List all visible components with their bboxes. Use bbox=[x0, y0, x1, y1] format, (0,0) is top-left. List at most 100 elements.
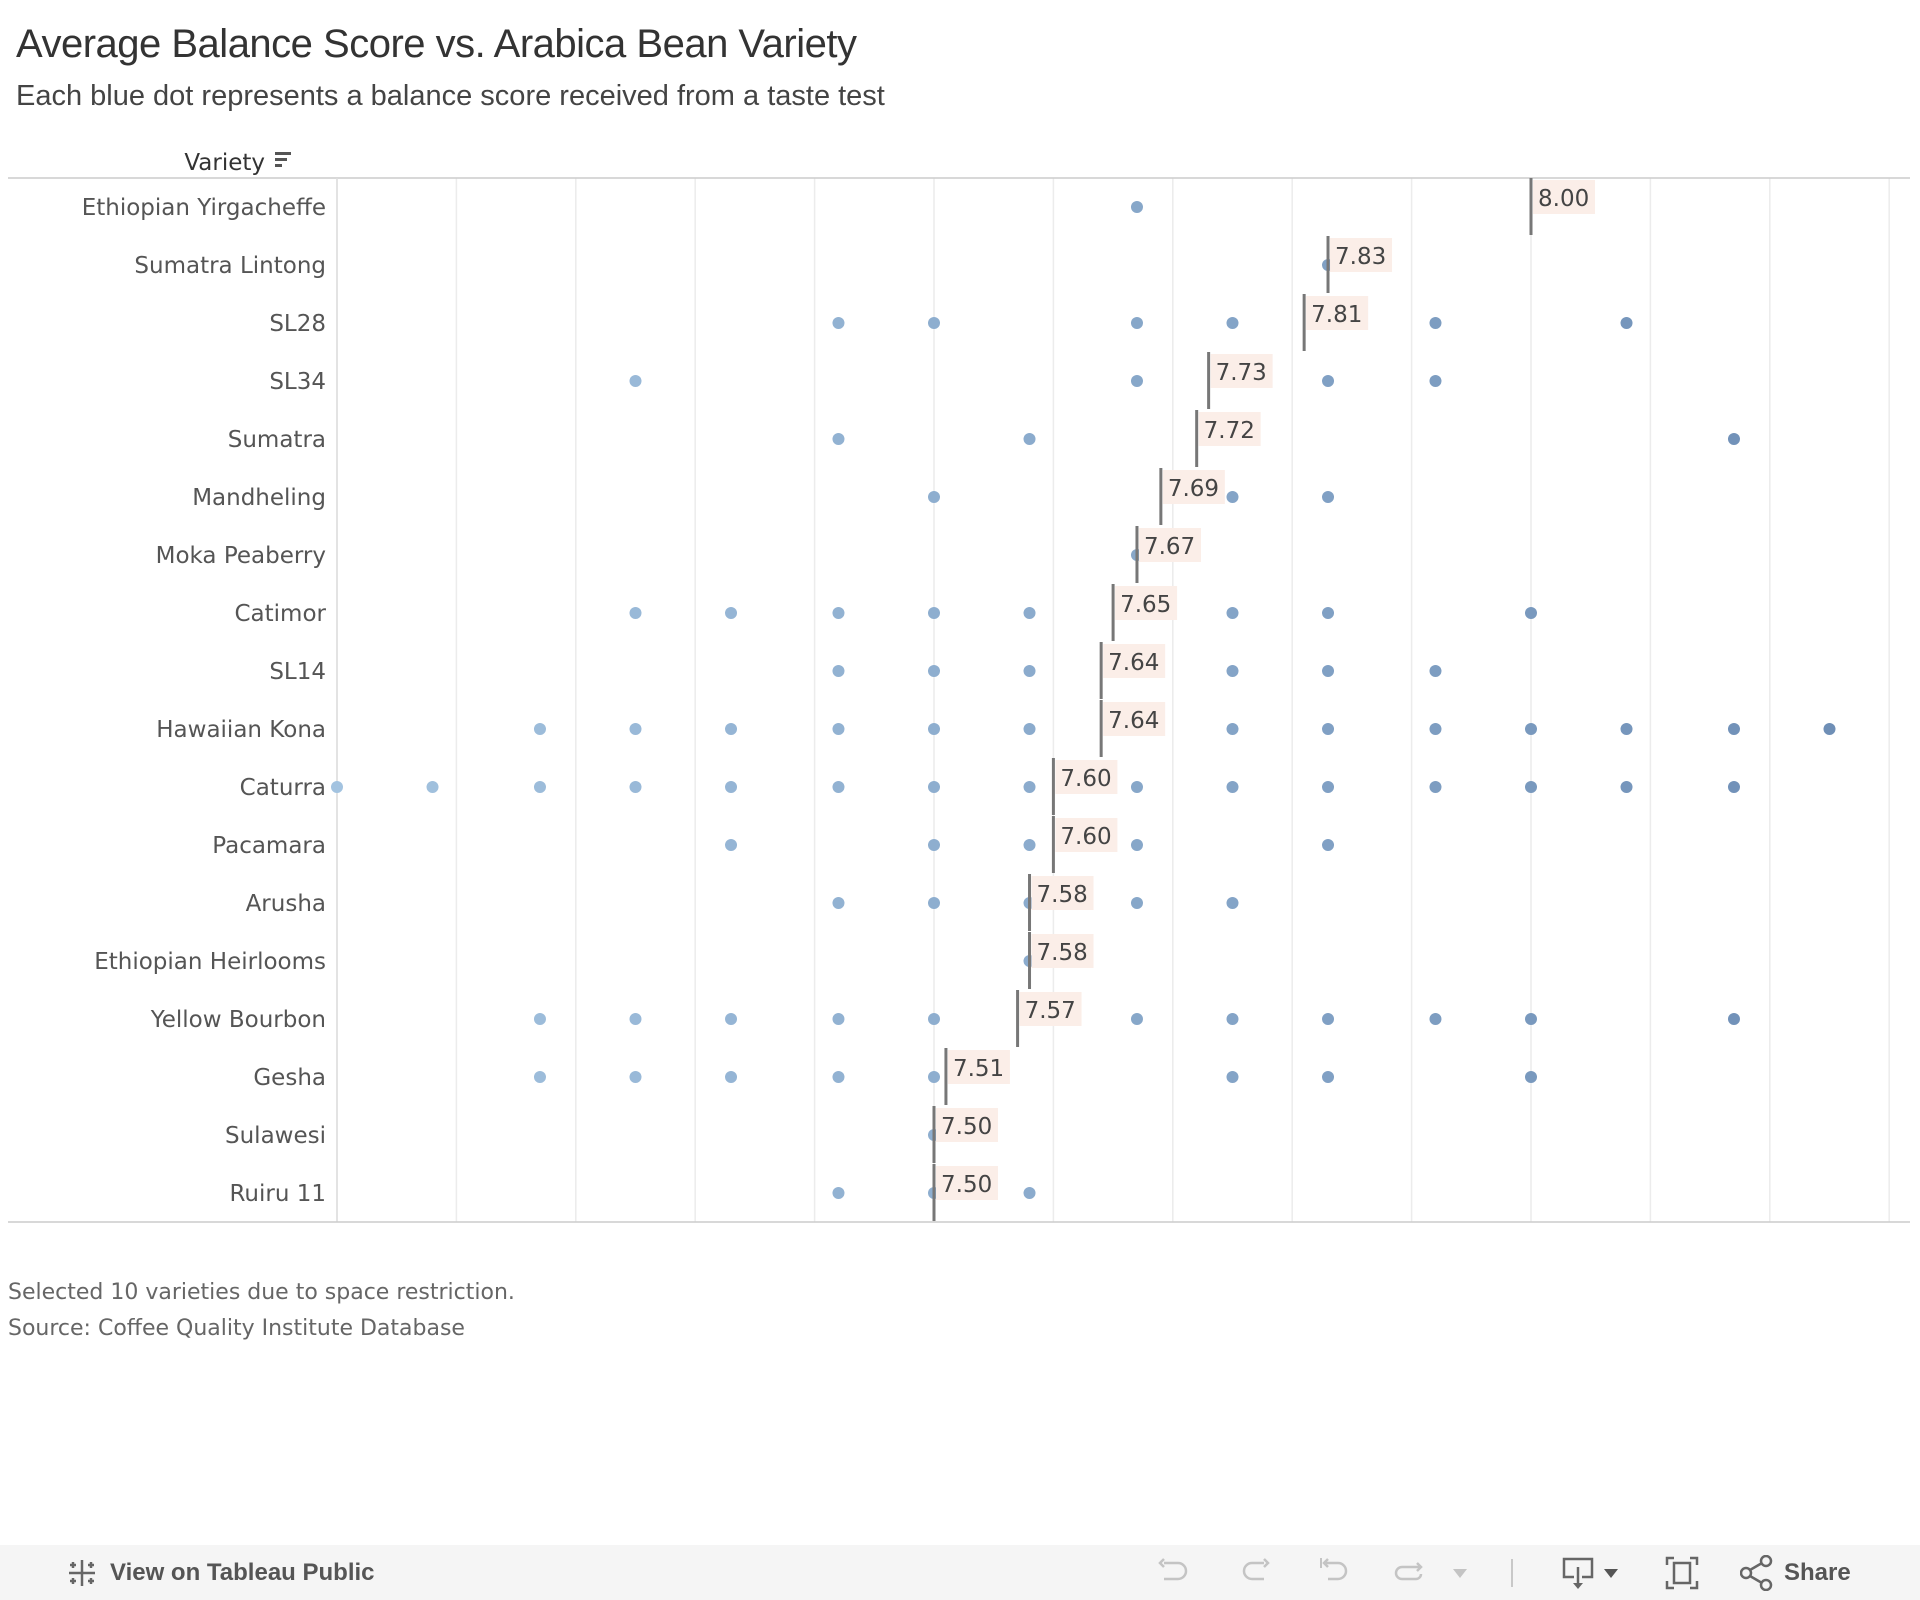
score-dot[interactable] bbox=[1130, 1013, 1143, 1025]
score-dot[interactable] bbox=[1429, 665, 1442, 677]
score-dot[interactable] bbox=[1322, 1013, 1335, 1025]
score-dot[interactable] bbox=[725, 723, 738, 735]
score-dot[interactable] bbox=[1525, 1013, 1537, 1025]
score-dot[interactable] bbox=[1525, 781, 1537, 793]
undo-icon[interactable] bbox=[1156, 1555, 1192, 1591]
score-dot[interactable] bbox=[1130, 897, 1143, 909]
refresh-icon[interactable] bbox=[1392, 1555, 1428, 1591]
score-dot[interactable] bbox=[533, 723, 546, 735]
score-dot[interactable] bbox=[725, 607, 738, 619]
score-dot[interactable] bbox=[1130, 781, 1143, 793]
score-dot[interactable] bbox=[928, 839, 940, 851]
score-dot[interactable] bbox=[1823, 723, 1836, 735]
score-dot[interactable] bbox=[1620, 781, 1633, 793]
score-dot[interactable] bbox=[832, 1071, 845, 1083]
score-dot[interactable] bbox=[1727, 1013, 1740, 1025]
score-dot[interactable] bbox=[1429, 317, 1442, 329]
score-dot[interactable] bbox=[1322, 665, 1335, 677]
score-dot[interactable] bbox=[533, 1071, 546, 1083]
score-dot[interactable] bbox=[629, 375, 642, 387]
score-dot[interactable] bbox=[928, 723, 940, 735]
score-dot[interactable] bbox=[426, 781, 439, 793]
score-dot[interactable] bbox=[1429, 781, 1442, 793]
score-dot[interactable] bbox=[1525, 607, 1537, 619]
score-dot[interactable] bbox=[832, 607, 845, 619]
score-dot[interactable] bbox=[629, 1013, 642, 1025]
score-dot[interactable] bbox=[1130, 317, 1143, 329]
score-dot[interactable] bbox=[725, 781, 738, 793]
score-dot[interactable] bbox=[725, 839, 738, 851]
score-dot[interactable] bbox=[832, 781, 845, 793]
score-dot[interactable] bbox=[928, 317, 940, 329]
score-dot[interactable] bbox=[1130, 375, 1143, 387]
score-dot[interactable] bbox=[832, 433, 845, 445]
score-dot[interactable] bbox=[832, 665, 845, 677]
score-dot[interactable] bbox=[1525, 723, 1537, 735]
score-dot[interactable] bbox=[1429, 375, 1442, 387]
score-dot[interactable] bbox=[928, 1013, 940, 1025]
score-dot[interactable] bbox=[928, 607, 940, 619]
score-dot[interactable] bbox=[928, 781, 940, 793]
score-dot[interactable] bbox=[1226, 1071, 1239, 1083]
variety-label: Ethiopian Yirgacheffe bbox=[82, 195, 326, 221]
score-dot[interactable] bbox=[725, 1013, 738, 1025]
score-dot[interactable] bbox=[1727, 433, 1740, 445]
view-on-tableau-button[interactable]: View on Tableau Public bbox=[66, 1555, 375, 1591]
score-dot[interactable] bbox=[1023, 723, 1036, 735]
score-dot[interactable] bbox=[629, 1071, 642, 1083]
download-icon[interactable] bbox=[1560, 1555, 1624, 1591]
score-dot[interactable] bbox=[832, 897, 845, 909]
score-dot[interactable] bbox=[928, 491, 940, 503]
score-dot[interactable] bbox=[1226, 781, 1239, 793]
score-dot[interactable] bbox=[928, 1071, 940, 1083]
score-dot[interactable] bbox=[1023, 433, 1036, 445]
share-button[interactable]: Share bbox=[1740, 1555, 1851, 1591]
score-dot[interactable] bbox=[1130, 201, 1143, 213]
score-dot[interactable] bbox=[1226, 317, 1239, 329]
score-dot[interactable] bbox=[1023, 665, 1036, 677]
score-dot[interactable] bbox=[1429, 1013, 1442, 1025]
score-dot[interactable] bbox=[1023, 781, 1036, 793]
score-dot[interactable] bbox=[1023, 1187, 1036, 1199]
score-dot[interactable] bbox=[832, 1013, 845, 1025]
score-dot[interactable] bbox=[1322, 723, 1335, 735]
sort-descending-icon[interactable] bbox=[275, 152, 291, 167]
score-dot[interactable] bbox=[928, 897, 940, 909]
score-dot[interactable] bbox=[1620, 723, 1633, 735]
redo-icon[interactable] bbox=[1236, 1555, 1272, 1591]
score-dot[interactable] bbox=[1429, 723, 1442, 735]
score-dot[interactable] bbox=[1226, 607, 1239, 619]
score-dot[interactable] bbox=[1727, 723, 1740, 735]
score-dot[interactable] bbox=[1322, 839, 1335, 851]
score-dot[interactable] bbox=[1322, 491, 1335, 503]
score-dot[interactable] bbox=[832, 1187, 845, 1199]
score-dot[interactable] bbox=[629, 607, 642, 619]
score-dot[interactable] bbox=[1226, 491, 1239, 503]
score-dot[interactable] bbox=[1322, 375, 1335, 387]
score-dot[interactable] bbox=[331, 781, 343, 793]
fullscreen-icon[interactable] bbox=[1664, 1555, 1700, 1591]
score-dot[interactable] bbox=[1226, 665, 1239, 677]
score-dot[interactable] bbox=[832, 723, 845, 735]
score-dot[interactable] bbox=[725, 1071, 738, 1083]
score-dot[interactable] bbox=[1322, 1071, 1335, 1083]
score-dot[interactable] bbox=[1727, 781, 1740, 793]
score-dot[interactable] bbox=[629, 723, 642, 735]
score-dot[interactable] bbox=[1130, 839, 1143, 851]
pause-dropdown-icon[interactable] bbox=[1450, 1555, 1470, 1591]
score-dot[interactable] bbox=[629, 781, 642, 793]
score-dot[interactable] bbox=[1226, 897, 1239, 909]
score-dot[interactable] bbox=[533, 781, 546, 793]
score-dot[interactable] bbox=[1620, 317, 1633, 329]
score-dot[interactable] bbox=[1023, 607, 1036, 619]
score-dot[interactable] bbox=[533, 1013, 546, 1025]
score-dot[interactable] bbox=[1322, 607, 1335, 619]
score-dot[interactable] bbox=[1525, 1071, 1537, 1083]
score-dot[interactable] bbox=[928, 665, 940, 677]
score-dot[interactable] bbox=[1226, 723, 1239, 735]
score-dot[interactable] bbox=[1023, 839, 1036, 851]
score-dot[interactable] bbox=[1226, 1013, 1239, 1025]
score-dot[interactable] bbox=[1322, 781, 1335, 793]
score-dot[interactable] bbox=[832, 317, 845, 329]
revert-icon[interactable] bbox=[1316, 1555, 1352, 1591]
